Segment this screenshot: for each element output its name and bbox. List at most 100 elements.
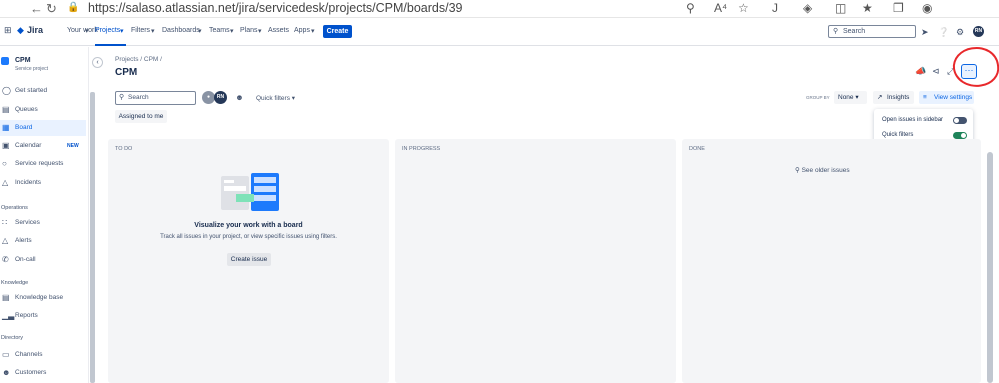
- chat-icon: ○: [2, 159, 7, 168]
- column-title: DONE: [689, 146, 705, 152]
- warning-icon: △: [2, 178, 9, 187]
- chevron-down-icon: ▾: [258, 28, 262, 35]
- project-avatar-icon: [1, 57, 9, 65]
- lock-icon[interactable]: 🔒: [67, 2, 79, 13]
- extension-icon[interactable]: J: [772, 1, 778, 15]
- avatar[interactable]: RN: [973, 26, 984, 37]
- settings-gear-icon[interactable]: ⚙: [956, 27, 964, 38]
- alert-icon: △: [2, 236, 9, 245]
- chevron-down-icon: ▾: [230, 28, 234, 35]
- project-name[interactable]: CPM: [15, 57, 31, 64]
- sidebar-item-incidents[interactable]: △ Incidents: [0, 175, 86, 191]
- create-issue-button[interactable]: Create issue: [227, 253, 271, 266]
- jira-logo-icon[interactable]: ◆: [17, 25, 24, 36]
- group-by-select[interactable]: None ▾: [834, 91, 867, 104]
- quick-filters-dropdown[interactable]: Quick filters ▾: [256, 94, 295, 102]
- see-older-issues-link[interactable]: ⚲ See older issues: [795, 166, 850, 174]
- page-title: CPM: [115, 67, 138, 78]
- sidebar-item-service-requests[interactable]: ○ Service requests: [0, 156, 86, 172]
- people-icon: ☻: [2, 368, 11, 377]
- nav-apps[interactable]: Apps: [294, 27, 310, 34]
- browser-toolbar: ← ↻ 🔒 https://salaso.atlassian.net/jira/…: [0, 0, 999, 18]
- nav-assets[interactable]: Assets: [268, 27, 289, 34]
- sidebar-item-customers[interactable]: ☻ Customers: [0, 365, 86, 381]
- active-nav-indicator: [95, 44, 126, 46]
- nav-projects[interactable]: Projects: [95, 27, 120, 34]
- sidebar-item-reports[interactable]: ▁▃ Reports: [0, 308, 86, 324]
- sidebar-scrollbar[interactable]: [90, 92, 95, 383]
- section-title-knowledge: Knowledge: [1, 280, 29, 286]
- chevron-down-icon: ▾: [855, 94, 859, 101]
- favorite-icon[interactable]: ☆: [738, 1, 749, 15]
- assigned-to-me-filter[interactable]: Assigned to me: [115, 110, 167, 123]
- nav-your-work[interactable]: Your work: [67, 27, 98, 34]
- menu-item-open-in-sidebar[interactable]: Open issues in sidebar: [882, 117, 943, 123]
- toggle-quick-filters[interactable]: [953, 132, 967, 139]
- top-navigation: ⊞ ◆ Jira Your work ▾ Projects ▾ Filters …: [0, 18, 999, 46]
- search-placeholder: Search: [843, 28, 866, 35]
- share-icon[interactable]: ⊲: [932, 66, 940, 77]
- favorites-bar-icon[interactable]: ★: [862, 1, 873, 15]
- group-by-label: GROUP BY: [806, 95, 830, 100]
- empty-state-text: Track all issues in your project, or vie…: [160, 234, 337, 240]
- queue-icon: ▤: [2, 105, 10, 114]
- monitor-icon: ▭: [2, 350, 10, 359]
- brand-name[interactable]: Jira: [27, 25, 43, 35]
- profile-icon[interactable]: ◉: [922, 1, 932, 15]
- board-illustration-icon: [221, 173, 279, 211]
- sidebar-item-get-started[interactable]: ◯ Get started: [0, 83, 86, 99]
- chevron-down-icon: ▾: [198, 28, 202, 35]
- calendar-icon: ▣: [2, 141, 10, 150]
- toggle-open-in-sidebar[interactable]: [953, 117, 967, 124]
- chevron-down-icon: ▾: [85, 28, 89, 35]
- board-column-done: DONE: [682, 139, 981, 383]
- nav-plans[interactable]: Plans: [240, 27, 258, 34]
- chevron-down-icon: ▾: [120, 28, 124, 35]
- back-arrow-icon[interactable]: ←: [30, 1, 43, 16]
- notifications-icon[interactable]: ➤: [921, 27, 929, 38]
- help-icon[interactable]: ❔: [938, 27, 949, 38]
- sidebar-item-queues[interactable]: ▤ Queues: [0, 102, 86, 118]
- app-switcher-icon[interactable]: ⊞: [4, 25, 12, 36]
- chart-icon: ▁▃: [2, 311, 15, 320]
- sidebar-item-on-call[interactable]: ✆ On-call: [0, 252, 86, 268]
- sidebar-item-alerts[interactable]: △ Alerts: [0, 233, 86, 249]
- nav-teams[interactable]: Teams: [209, 27, 230, 34]
- read-aloud-icon[interactable]: A⁴: [714, 1, 727, 15]
- sidebar-item-calendar[interactable]: ▣ Calendar NEW: [0, 138, 86, 154]
- project-type: Service project: [15, 66, 49, 72]
- insights-button[interactable]: ↗ Insights: [873, 91, 914, 104]
- view-settings-button[interactable]: ≡ View settings: [919, 91, 974, 104]
- breadcrumb[interactable]: Projects / CPM /: [115, 56, 162, 63]
- create-button[interactable]: Create: [323, 25, 352, 38]
- avatar[interactable]: RN: [214, 91, 227, 104]
- zoom-icon[interactable]: ⚲: [686, 1, 695, 15]
- split-screen-icon[interactable]: ◫: [835, 1, 846, 15]
- edge-extension-icon[interactable]: ◈: [803, 1, 812, 15]
- services-icon: ∷: [2, 218, 8, 227]
- phone-icon: ✆: [2, 255, 9, 264]
- column-title: IN PROGRESS: [402, 146, 441, 152]
- collapse-sidebar-button[interactable]: ‹: [92, 57, 103, 68]
- refresh-icon[interactable]: ↻: [46, 1, 57, 17]
- search-icon: ⚲: [833, 28, 839, 35]
- megaphone-icon[interactable]: 📣: [915, 66, 926, 77]
- add-people-icon[interactable]: ☻: [233, 91, 246, 104]
- sidebar-item-channels[interactable]: ▭ Channels: [0, 347, 86, 363]
- board-icon: ▦: [2, 123, 10, 132]
- trend-chart-icon: ↗: [877, 94, 883, 101]
- section-title-directory: Directory: [1, 335, 24, 341]
- sidebar-item-board[interactable]: ▦ Board: [0, 120, 86, 136]
- chevron-down-icon: ▾: [151, 28, 155, 35]
- collections-icon[interactable]: ❐: [893, 1, 904, 15]
- main-scrollbar[interactable]: [987, 152, 993, 383]
- sidebar-item-knowledge-base[interactable]: ▤ Knowledge base: [0, 290, 86, 306]
- chevron-down-icon: ▾: [291, 95, 296, 102]
- sidebar-item-services[interactable]: ∷ Services: [0, 215, 86, 231]
- address-bar[interactable]: https://salaso.atlassian.net/jira/servic…: [88, 1, 462, 15]
- search-input[interactable]: ⚲ Search: [828, 25, 916, 38]
- nav-filters[interactable]: Filters: [131, 27, 150, 34]
- nav-dashboards[interactable]: Dashboards: [162, 27, 200, 34]
- board-search-input[interactable]: ⚲ Search: [115, 91, 196, 105]
- menu-item-quick-filters[interactable]: Quick filters: [882, 132, 913, 138]
